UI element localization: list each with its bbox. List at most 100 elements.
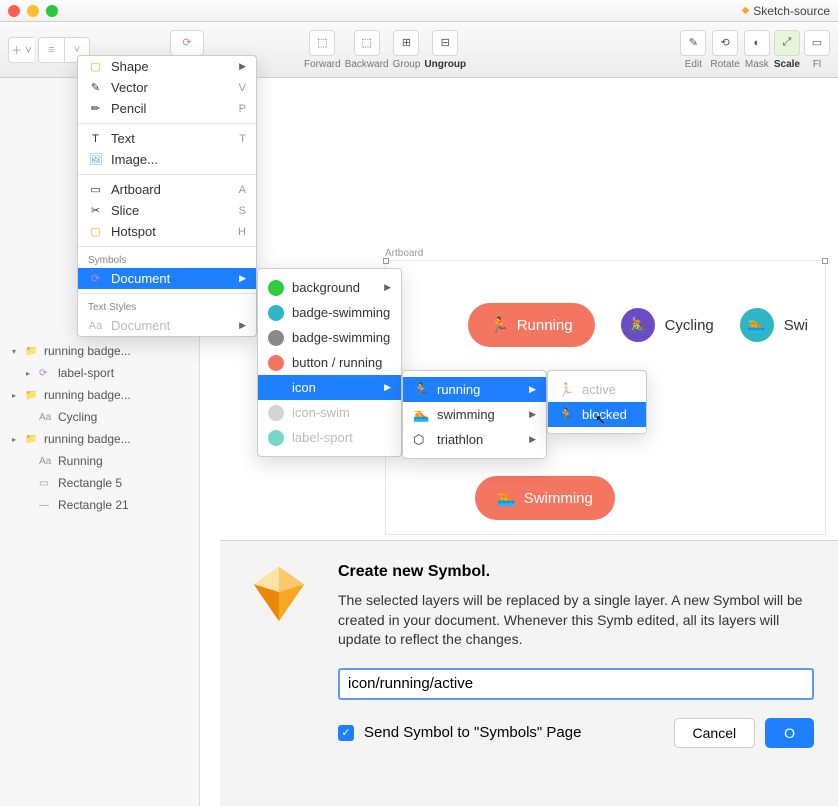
menu-section-header: Text Styles [78,298,256,315]
layer-line-icon: — [39,500,53,511]
submenu-item-button-running[interactable]: button / running [258,350,401,375]
symbol-swatch-icon [268,380,284,396]
create-symbol-button[interactable]: ⟳ [170,30,204,56]
swimming-chip[interactable]: 🏊 Swi [740,308,808,342]
menu-item-document[interactable]: AaDocument▶ [78,315,256,336]
menu-item-hotspot[interactable]: ▢HotspotH [78,221,256,242]
group-label: Group [393,59,421,70]
menu-item-image-[interactable]: 🖼Image... [78,149,256,170]
symbol-swatch-icon [268,355,284,371]
layers-toggle[interactable]: ≡ [38,37,64,63]
edit-button[interactable]: ✎ [680,30,706,56]
menu-item-document[interactable]: ⟳Document▶ [78,268,256,289]
running-icon: 🏃 [490,316,509,334]
submenu-arrow-icon: ▶ [529,434,536,445]
cycling-label: Cycling [665,317,714,334]
symbol-swatch-icon [268,430,284,446]
edit-label: Edit [685,59,702,70]
layer-label: running badge... [44,344,131,358]
submenu-arrow-icon: ▶ [239,320,246,331]
menu-shortcut: T [239,133,246,145]
group-button[interactable]: ⊞ [393,30,419,56]
submenu-item-label: swimming [437,407,495,422]
menu-item-label: Text [111,131,135,146]
layer-aa-icon: Aa [39,456,53,467]
submenu-item-badge-swimming[interactable]: badge-swimming [258,300,401,325]
symbol-swatch-icon [268,330,284,346]
hotspot-icon: ▢ [88,224,103,239]
layer-rect-icon: ▭ [39,478,53,489]
submenu-item-icon[interactable]: icon▶ [258,375,401,400]
menu-shortcut: V [239,82,246,94]
submenu-item-label: label-sport [292,430,353,445]
submenu-item-running[interactable]: 🏃running▶ [403,377,546,402]
running-button[interactable]: 🏃 Running [468,303,595,347]
layer-label: Rectangle 21 [58,498,129,512]
cancel-button[interactable]: Cancel [674,718,756,748]
zoom-window[interactable] [46,5,58,17]
insert-button[interactable]: ＋ ˅ [8,37,34,63]
mask-button[interactable]: ◐ [744,30,770,56]
menu-item-label: Vector [111,80,148,95]
layer-folder-icon: 📁 [25,390,39,401]
submenu-item-background[interactable]: background▶ [258,275,401,300]
submenu-item-label: badge-swimming [292,305,390,320]
layer-folder-icon: 📁 [25,434,39,445]
backward-label: Backward [345,59,389,70]
layer-label: running badge... [44,388,131,402]
layer-row[interactable]: ▾📁running badge... [0,340,200,362]
forward-button[interactable]: ⬚ [309,30,335,56]
artboard-icon: ▭ [88,182,103,197]
menu-item-vector[interactable]: ✎VectorV [78,77,256,98]
layer-row[interactable]: ▭Rectangle 5 [0,472,200,494]
layer-row[interactable]: ▸📁running badge... [0,428,200,450]
text-icon: T [88,131,103,146]
document-name: Sketch-source [753,4,830,18]
submenu-item-triathlon[interactable]: ⬡triathlon▶ [403,427,546,452]
dialog-title: Create new Symbol. [338,563,814,581]
submenu-item-active[interactable]: 🏃active [548,377,646,402]
layer-row[interactable]: ▸📁running badge... [0,384,200,406]
submenu-item-badge-swimming[interactable]: badge-swimming [258,325,401,350]
submenu-item-swimming[interactable]: 🏊swimming▶ [403,402,546,427]
menu-item-label: Image... [111,152,158,167]
layer-row[interactable]: AaCycling [0,406,200,428]
cycling-chip[interactable]: 🚴 Cycling [621,308,714,342]
layer-label: label-sport [58,366,114,380]
layer-row[interactable]: — Rectangle 21 [0,494,200,516]
scale-label: Scale [774,59,800,70]
layer-symbol-icon: ⟳ [39,368,53,379]
submenu-arrow-icon: ▶ [529,409,536,420]
send-to-symbols-label: Send Symbol to "Symbols" Page [364,724,581,741]
menu-item-pencil[interactable]: ✏PencilP [78,98,256,119]
submenu-item-label: active [582,382,616,397]
menu-item-shape[interactable]: ▢Shape▶ [78,56,256,77]
close-window[interactable] [8,5,20,17]
create-symbol-dialog: Create new Symbol. The selected layers w… [220,540,838,806]
send-to-symbols-checkbox[interactable]: ✓ [338,725,354,741]
submenu-arrow-icon: ▶ [384,382,391,393]
layer-row[interactable]: ▸⟳label-sport [0,362,200,384]
cycling-icon: 🚴 [621,308,655,342]
menu-shortcut: A [239,184,246,196]
flatten-button[interactable]: ▭ [804,30,830,56]
symbol-swatch-icon [268,405,284,421]
menu-item-artboard[interactable]: ▭ArtboardA [78,179,256,200]
ungroup-button[interactable]: ⊟ [432,30,458,56]
submenu-item-label-sport[interactable]: label-sport [258,425,401,450]
menu-item-text[interactable]: T Text T [78,128,256,149]
submenu-arrow-icon: ▶ [384,282,391,293]
submenu-item-icon-swim[interactable]: icon-swim [258,400,401,425]
menu-item-slice[interactable]: ✂SliceS [78,200,256,221]
symbol-name-input[interactable] [338,668,814,700]
ok-button[interactable]: O [765,718,814,748]
menu-section-header: Symbols [78,251,256,268]
layer-row[interactable]: AaRunning [0,450,200,472]
swimming-button[interactable]: 🏊 Swimming [475,476,615,520]
rotate-button[interactable]: ⟲ [712,30,738,56]
submenu-item-label: running [437,382,480,397]
scale-button[interactable]: ⤢ [774,30,800,56]
minimize-window[interactable] [27,5,39,17]
flatten-label: Fl [813,59,821,70]
backward-button[interactable]: ⬚ [354,30,380,56]
